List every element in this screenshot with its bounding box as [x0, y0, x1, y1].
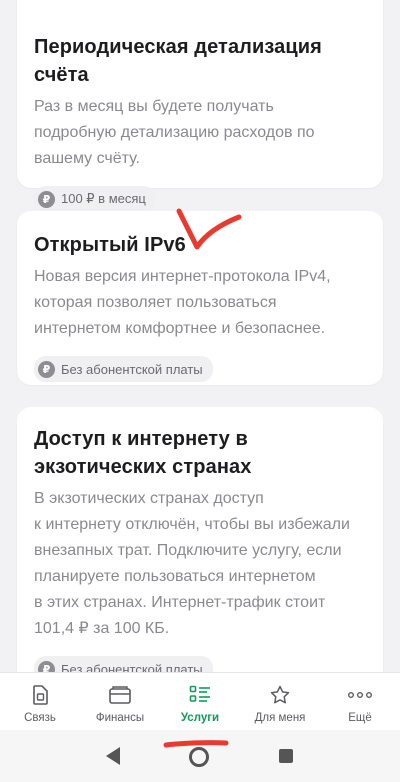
price-badge: ₽ Без абонентской платы: [34, 356, 213, 382]
service-description: Новая версия интернет-протокола IPv4, ко…: [34, 264, 366, 342]
sim-icon: [31, 685, 49, 705]
nav-item-for-me[interactable]: Для меня: [242, 685, 318, 724]
nav-item-finance[interactable]: Финансы: [82, 685, 158, 724]
service-card-exotic-internet[interactable]: Доступ к интернету в экзотических страна…: [17, 407, 383, 672]
price-badge: ₽ Без абонентской платы: [34, 656, 213, 672]
service-title: Доступ к интернету в экзотических страна…: [34, 425, 366, 481]
system-navigation-bar: [0, 730, 400, 782]
recent-apps-square-icon[interactable]: [278, 748, 294, 764]
desc-line: подробную детализацию расходов по: [34, 124, 315, 141]
desc-line: Раз в месяц вы будете получать: [34, 98, 274, 115]
back-triangle-icon[interactable]: [103, 745, 123, 767]
desc-line: в этих странах. Интернет-трафик стоит: [34, 594, 326, 611]
desc-line: 101,4 ₽ за 100 КБ.: [34, 620, 170, 637]
service-description: В экзотических странах доступ к интернет…: [34, 486, 366, 642]
nav-item-more[interactable]: Ещё: [322, 685, 398, 724]
ruble-coin-icon: ₽: [38, 360, 55, 378]
services-list: Периодическая детализация счёта Раз в ме…: [0, 0, 400, 672]
nav-label: Ещё: [348, 712, 372, 724]
home-circle-icon[interactable]: [187, 745, 211, 769]
title-line: экзотических странах: [34, 456, 252, 478]
nav-label: Для меня: [254, 712, 306, 724]
desc-line: к интернету отключён, чтобы вы избежали: [34, 516, 350, 533]
nav-item-services[interactable]: Услуги: [162, 685, 238, 724]
desc-line: вашему счёту.: [34, 150, 140, 167]
price-badge-label: Без абонентской платы: [61, 361, 203, 377]
price-badge-label: 100 ₽ в месяц: [61, 191, 146, 206]
nav-label: Услуги: [180, 712, 220, 724]
price-badge-label: Без абонентской платы: [61, 661, 203, 673]
desc-line: которая позволяет пользоваться: [34, 294, 277, 311]
wallet-icon: [109, 685, 131, 705]
desc-line: Новая версия интернет-протокола IPv4,: [34, 268, 331, 285]
nav-item-svyaz[interactable]: Связь: [2, 685, 78, 724]
ruble-coin-icon: ₽: [38, 190, 55, 208]
services-list-icon: [189, 685, 211, 705]
more-icon: [348, 685, 372, 705]
red-underline-annotation: [163, 740, 229, 748]
desc-line: интернетом комфортнее и безопаснее.: [34, 320, 326, 337]
ruble-coin-icon: ₽: [38, 660, 55, 672]
service-title: Периодическая детализация счёта: [34, 36, 322, 86]
desc-line: В экзотических странах доступ: [34, 490, 264, 507]
bottom-navigation: Связь Финансы Услуги Для меня Ещё: [0, 672, 400, 730]
nav-label: Финансы: [95, 712, 145, 724]
title-line: Доступ к интернету в: [34, 428, 248, 450]
red-checkmark-annotation: [176, 208, 242, 250]
star-icon: [270, 685, 290, 705]
nav-label: Связь: [24, 712, 56, 724]
desc-line: планируете пользоваться интернетом: [34, 568, 316, 585]
price-badge: ₽ 100 ₽ в месяц: [34, 186, 156, 212]
desc-line: внезапных трат. Подключите услугу, если: [34, 542, 342, 559]
service-card-periodic-detail[interactable]: Периодическая детализация счёта Раз в ме…: [17, 0, 383, 212]
service-description: Раз в месяц вы будете получать подробную…: [34, 94, 366, 172]
